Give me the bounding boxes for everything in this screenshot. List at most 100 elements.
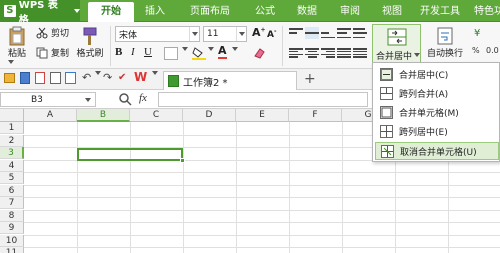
row-header[interactable]: 6: [0, 184, 24, 197]
increase-font-icon[interactable]: A+: [252, 26, 266, 39]
paste-dropdown-icon[interactable]: [8, 60, 14, 64]
row-header[interactable]: 4: [0, 159, 24, 172]
number-format-icon[interactable]: ¥: [474, 28, 480, 39]
decimal-icon[interactable]: 0.0: [486, 46, 499, 55]
undo-dropdown-icon[interactable]: [95, 71, 101, 85]
cell-reference: B3: [31, 94, 43, 105]
tab-review[interactable]: 审阅: [331, 2, 369, 22]
align-left-icon[interactable]: [289, 47, 303, 59]
tab-home[interactable]: 开始: [88, 2, 134, 22]
selected-cell[interactable]: [77, 148, 185, 163]
row-header[interactable]: 8: [0, 209, 24, 222]
name-box[interactable]: B3: [0, 92, 96, 107]
row-header[interactable]: 2: [0, 134, 24, 147]
menu-item-merge-cells[interactable]: 合并单元格(M): [375, 103, 499, 121]
tab-developer[interactable]: 开发工具: [416, 2, 464, 22]
distributed-icon[interactable]: [353, 47, 367, 59]
copy-button[interactable]: 复制: [36, 46, 69, 59]
menu-item-unmerge-cells[interactable]: 取消合并单元格(U): [375, 142, 499, 160]
row-header[interactable]: 7: [0, 197, 24, 209]
column-header[interactable]: B: [77, 109, 130, 122]
cut-button[interactable]: 剪切: [36, 26, 69, 39]
check-icon[interactable]: ✔: [118, 72, 126, 83]
decrease-font-icon[interactable]: A-: [267, 28, 276, 40]
column-header[interactable]: F: [289, 109, 342, 122]
font-size-select[interactable]: 11: [203, 26, 247, 42]
column-header[interactable]: A: [24, 109, 77, 122]
font-color-icon[interactable]: A: [218, 45, 227, 59]
quick-access-dropdown-icon[interactable]: [152, 71, 158, 85]
tab-view[interactable]: 视图: [373, 2, 411, 22]
redo-icon[interactable]: ↷: [103, 71, 112, 84]
app-menu-button[interactable]: S WPS 表格: [0, 0, 80, 26]
row-header[interactable]: 1: [0, 122, 24, 134]
clear-format-icon[interactable]: [252, 46, 266, 60]
document-title: 工作簿2 *: [183, 77, 228, 89]
undo-icon[interactable]: ↶: [82, 71, 91, 84]
column-header[interactable]: C: [130, 109, 183, 122]
align-right-icon[interactable]: [321, 47, 335, 59]
format-painter-icon: [83, 27, 97, 45]
column-gridline: [289, 122, 290, 253]
underline-icon[interactable]: U: [144, 46, 152, 58]
align-center-icon[interactable]: [305, 47, 319, 59]
tab-insert[interactable]: 插入: [136, 2, 174, 22]
justify-icon[interactable]: [337, 47, 351, 59]
chevron-down-icon: [238, 32, 245, 36]
menu-item-label: 合并居中(C): [399, 70, 449, 81]
tab-page-layout[interactable]: 页面布局: [178, 2, 242, 22]
fill-color-dropdown-icon[interactable]: [208, 47, 214, 61]
insert-function-icon[interactable]: fx: [139, 92, 147, 104]
tab-data[interactable]: 数据: [288, 2, 326, 22]
document-tab[interactable]: 工作簿2 *: [163, 71, 297, 90]
orientation-icon[interactable]: [337, 27, 351, 39]
fill-color-icon[interactable]: [192, 46, 206, 60]
percent-icon[interactable]: %: [472, 46, 480, 55]
tab-special[interactable]: 特色功能: [468, 2, 500, 22]
menu-item-label: 合并单元格(M): [399, 108, 459, 119]
column-header[interactable]: E: [236, 109, 289, 122]
zoom-icon[interactable]: [118, 92, 132, 106]
font-color-dropdown-icon[interactable]: [232, 47, 238, 61]
row-header[interactable]: 11: [0, 247, 24, 253]
wrap-indent-icon[interactable]: [353, 27, 367, 39]
merge-center-label: 合并居中: [376, 52, 413, 62]
align-middle-icon[interactable]: [305, 27, 319, 39]
font-size-dropdown[interactable]: [236, 27, 246, 41]
border-icon[interactable]: [164, 47, 178, 60]
bold-icon[interactable]: B: [115, 46, 122, 58]
font-name-select[interactable]: 宋体: [115, 26, 200, 42]
spreadsheet-icon: [168, 75, 179, 87]
export-pdf-icon[interactable]: [35, 72, 45, 84]
row-header[interactable]: 5: [0, 172, 24, 184]
select-all-corner[interactable]: [0, 109, 24, 122]
menu-item-merge-across[interactable]: 跨列合并(A): [375, 84, 499, 102]
menu-item-center-across[interactable]: 跨列居中(E): [375, 122, 499, 140]
fill-handle[interactable]: [180, 158, 185, 163]
column-gridline: [342, 122, 343, 253]
menu-item-merge-center[interactable]: 合并居中(C): [375, 65, 499, 83]
new-tab-icon[interactable]: +: [304, 71, 316, 87]
italic-icon[interactable]: I: [131, 46, 135, 58]
border-dropdown-icon[interactable]: [182, 47, 188, 61]
open-folder-icon[interactable]: [4, 73, 15, 83]
row-header[interactable]: 10: [0, 234, 24, 247]
align-bottom-icon[interactable]: [321, 27, 335, 39]
formula-input[interactable]: [158, 92, 368, 107]
paste-button[interactable]: 粘贴: [4, 26, 30, 59]
save-icon[interactable]: [20, 72, 30, 84]
column-header[interactable]: D: [183, 109, 236, 122]
print-icon[interactable]: [50, 72, 61, 84]
wrap-text-button[interactable]: 自动换行: [425, 26, 465, 59]
font-name-dropdown[interactable]: [189, 27, 199, 41]
column-gridline: [130, 122, 131, 253]
center-across-icon: [380, 124, 393, 138]
merge-dropdown-menu: 合并居中(C) 跨列合并(A) 合并单元格(M) 跨列居中(E) 取消合并单元格…: [372, 62, 500, 162]
wps-w-icon[interactable]: W: [134, 70, 147, 84]
format-painter-button[interactable]: 格式刷: [75, 26, 105, 59]
tab-formula[interactable]: 公式: [246, 2, 284, 22]
row-header[interactable]: 9: [0, 222, 24, 234]
align-top-icon[interactable]: [289, 27, 303, 39]
print-preview-icon[interactable]: [65, 72, 76, 84]
row-header[interactable]: 3: [0, 147, 24, 159]
